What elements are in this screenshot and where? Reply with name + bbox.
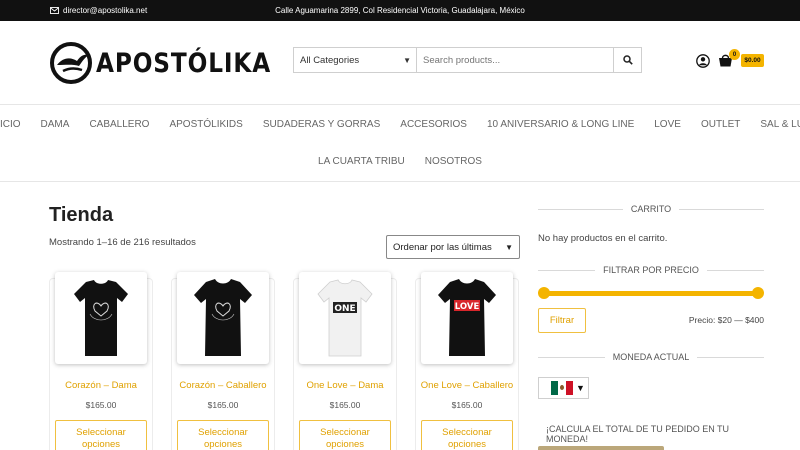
nav-item-apostolikids[interactable]: APOSTÓLIKIDS (159, 119, 252, 130)
category-selected: All Categories (300, 54, 360, 66)
search-icon (622, 55, 633, 65)
nav-item-accesorios[interactable]: ACCESORIOS (390, 119, 477, 130)
currency-calculator-widget (538, 446, 664, 450)
caret-down-icon: ▼ (576, 383, 585, 393)
filter-button[interactable]: Filtrar (538, 308, 586, 333)
tshirt-image: ONE (317, 279, 373, 357)
user-account-icon[interactable] (696, 54, 710, 68)
nav-item-nosotros[interactable]: NOSOTROS (415, 156, 492, 167)
product-price: $165.00 (329, 400, 361, 410)
cart-title-text: CARRITO (630, 204, 672, 214)
orderby-select[interactable]: Ordenar por las últimas ▼ (386, 235, 520, 259)
divider (679, 208, 764, 210)
product-name[interactable]: Corazón – Caballero (171, 380, 275, 391)
product-search: All Categories ▼ (293, 47, 642, 73)
cart-empty-message: No hay productos en el carrito. (538, 233, 668, 244)
product-image[interactable] (55, 272, 147, 364)
product-name[interactable]: Corazón – Dama (49, 380, 153, 391)
cart-total[interactable]: $0.00 (741, 54, 764, 67)
price-slider-track[interactable] (542, 291, 758, 296)
nav-item-caballero[interactable]: CABALLERO (79, 119, 159, 130)
price-filter-title-text: FILTRAR POR PRECIO (603, 265, 699, 275)
page-title: Tienda (49, 204, 114, 226)
bird-logo-icon (50, 42, 92, 84)
product-card[interactable]: Corazón – Caballero $165.00 Seleccionar … (171, 272, 275, 450)
nav-item-sudaderas[interactable]: SUDADERAS Y GORRAS (253, 119, 390, 130)
currency-switcher[interactable]: ▼ (538, 377, 589, 399)
nav-item-cuarta-tribu[interactable]: LA CUARTA TRIBU (308, 156, 415, 167)
product-image[interactable]: ONE (299, 272, 391, 364)
price-slider-max-handle[interactable] (752, 287, 764, 299)
product-price: $165.00 (85, 400, 117, 410)
cart-widget-title: CARRITO (538, 204, 764, 214)
currency-calc-title-text: ¡CALCULA EL TOTAL DE TU PEDIDO EN TU MON… (546, 424, 730, 444)
currency-calc-title: ¡CALCULA EL TOTAL DE TU PEDIDO EN TU MON… (538, 424, 764, 444)
nav-row-1: INICIO DAMA CABALLERO APOSTÓLIKIDS SUDAD… (0, 119, 800, 130)
product-name[interactable]: One Love – Caballero (415, 380, 519, 391)
nav-item-love[interactable]: LOVE (644, 119, 691, 130)
chevron-down-icon: ▼ (505, 242, 513, 252)
orderby-selected: Ordenar por las últimas (393, 241, 492, 253)
nav-item-inicio[interactable]: INICIO (0, 119, 31, 130)
product-image[interactable] (177, 272, 269, 364)
product-image[interactable]: LOVE (421, 272, 513, 364)
nav-item-aniversario[interactable]: 10 ANIVERSARIO & LONG LINE (477, 119, 644, 130)
product-name[interactable]: One Love – Dama (293, 380, 397, 391)
currency-widget-title: MONEDA ACTUAL (538, 352, 764, 362)
product-card[interactable]: Corazón – Dama $165.00 Seleccionar opcio… (49, 272, 153, 450)
nav-row-2: LA CUARTA TRIBU NOSOTROS (0, 156, 800, 167)
tshirt-image: LOVE (438, 279, 496, 356)
product-price: $165.00 (451, 400, 483, 410)
search-button[interactable] (613, 48, 641, 72)
nav-item-sal-luz[interactable]: SAL & LUZ (750, 119, 800, 130)
divider (706, 269, 765, 271)
category-select[interactable]: All Categories ▼ (294, 48, 417, 72)
select-options-button[interactable]: Seleccionar opciones (177, 420, 269, 450)
tshirt-image (194, 279, 252, 356)
divider (538, 356, 605, 358)
currency-title-text: MONEDA ACTUAL (612, 352, 690, 362)
product-card[interactable]: ONE One Love – Dama $165.00 Seleccionar … (293, 272, 397, 450)
store-address: Calle Aguamarina 2899, Col Residencial V… (275, 6, 525, 15)
nav-item-outlet[interactable]: OUTLET (691, 119, 750, 130)
price-slider-min-handle[interactable] (538, 287, 550, 299)
nav-item-dama[interactable]: DAMA (31, 119, 80, 130)
select-options-button[interactable]: Seleccionar opciones (299, 420, 391, 450)
logo-wordmark: APOSTÓLIKA (96, 47, 272, 79)
cart-count-badge[interactable]: 0 (729, 49, 740, 60)
select-options-button[interactable]: Seleccionar opciones (421, 420, 513, 450)
tshirt-image (74, 280, 128, 356)
site-header: APOSTÓLIKA All Categories ▼ (0, 21, 800, 105)
divider (538, 208, 623, 210)
main-nav: INICIO DAMA CABALLERO APOSTÓLIKIDS SUDAD… (0, 105, 800, 182)
product-card[interactable]: LOVE One Love – Caballero $165.00 Selecc… (415, 272, 519, 450)
top-bar: director@apostolika.net Calle Aguamarina… (0, 0, 800, 21)
price-range-text: Precio: $20 — $400 (688, 315, 764, 325)
chevron-down-icon: ▼ (403, 55, 411, 65)
site-logo[interactable]: APOSTÓLIKA (49, 41, 300, 85)
product-price: $165.00 (207, 400, 239, 410)
select-options-button[interactable]: Seleccionar opciones (55, 420, 147, 450)
mexico-flag-icon (551, 381, 573, 395)
svg-text:ONE: ONE (334, 304, 355, 314)
price-filter-title: FILTRAR POR PRECIO (538, 265, 765, 275)
search-input[interactable] (417, 48, 613, 72)
result-count: Mostrando 1–16 de 216 resultados (49, 237, 196, 248)
divider (538, 269, 596, 271)
svg-text:LOVE: LOVE (455, 302, 480, 312)
divider (697, 356, 764, 358)
